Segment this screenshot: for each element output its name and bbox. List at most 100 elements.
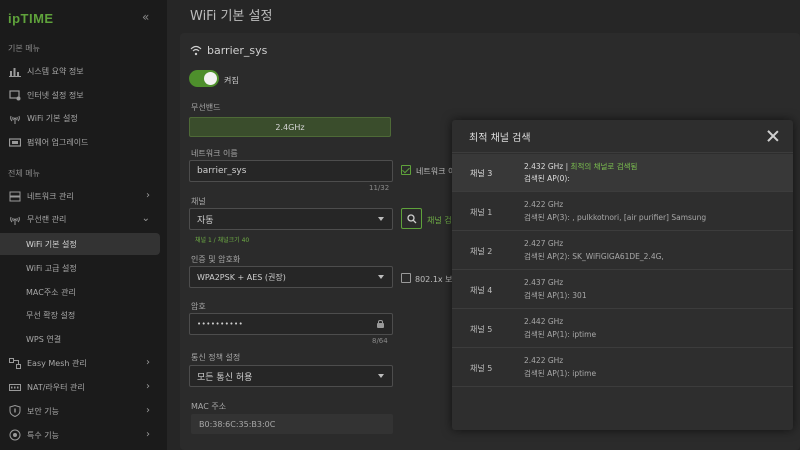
sidebar-item-label: 인터넷 설정 정보 — [27, 90, 84, 100]
ssid-text: barrier_sys — [207, 44, 268, 57]
channel-row[interactable]: 채널 5 2.442 GHz 검색된 AP(1): iptime — [452, 310, 793, 348]
channel-name: 채널 5 — [470, 325, 493, 334]
sidebar-item-label: 무선랜 관리 — [27, 214, 67, 224]
channel-name: 채널 4 — [470, 286, 493, 295]
channel-ap-list: 검색된 AP(1): iptime — [524, 330, 597, 339]
wifi-antenna-icon — [8, 112, 21, 125]
bar-chart-icon — [8, 65, 21, 78]
channel-name: 채널 3 — [470, 169, 493, 178]
iptime-logo[interactable]: ipTIME — [8, 11, 54, 26]
sidebar-sub-wifi-advanced[interactable]: WiFi 고급 설정 — [0, 257, 160, 279]
policy-select[interactable]: 모든 통신 허용 — [189, 365, 393, 387]
sidebar-item-special[interactable]: 특수 기능 › — [0, 424, 160, 446]
chevron-right-icon: › — [146, 429, 150, 440]
channel-freq: 2.442 GHz — [524, 317, 564, 326]
separator: | — [563, 162, 571, 171]
channel-name: 채널 2 — [470, 247, 493, 256]
channel-name: 채널 1 — [470, 208, 493, 217]
sidebar-item-wireless[interactable]: 무선랜 관리 ⌄ — [0, 208, 160, 230]
channel-freq: 2.437 GHz — [524, 278, 564, 287]
band-label: 무선밴드 — [191, 103, 221, 112]
toggle-knob — [204, 72, 217, 85]
chevron-right-icon: › — [146, 190, 150, 201]
auth-label: 인증 및 암호화 — [191, 255, 241, 264]
sidebar-item-label: 펌웨어 업그레이드 — [27, 137, 89, 147]
ssid-header: barrier_sys — [190, 44, 267, 57]
network-name-value: barrier_sys — [197, 166, 247, 176]
dropdown-caret-icon — [378, 217, 384, 221]
search-icon — [406, 213, 416, 223]
all-menu-title: 전체 메뉴 — [8, 169, 40, 178]
sidebar-item-label: WiFi 기본 설정 — [27, 113, 78, 123]
channel-ap-list: 검색된 AP(3): , pulkkotnori, [air purifier]… — [524, 213, 707, 222]
channel-row[interactable]: 채널 1 2.422 GHz 검색된 AP(3): , pulkkotnori,… — [452, 193, 793, 231]
channel-freq: 2.432 GHz — [524, 162, 564, 171]
channel-ap-list: 검색된 AP(1): 301 — [524, 291, 587, 300]
hide-network-checkbox[interactable] — [401, 165, 411, 175]
best-channel-label: 최적의 채널로 검색됨 — [570, 162, 638, 171]
channel-ap-list: 검색된 AP(0): — [524, 174, 570, 183]
sidebar-sub-wireless-extend[interactable]: 무선 확장 설정 — [0, 304, 160, 326]
dropdown-caret-icon — [378, 374, 384, 378]
channel-row[interactable]: 채널 2 2.427 GHz 검색된 AP(2): SK_WiFiGIGA61D… — [452, 232, 793, 270]
mac-address-field: B0:38:6C:35:B3:0C — [191, 414, 393, 434]
channel-freq: 2.422 GHz — [524, 356, 564, 365]
channel-value: 자동 — [197, 215, 214, 226]
router-icon — [8, 381, 21, 394]
sidebar-item-nat-router[interactable]: NAT/라우터 관리 › — [0, 376, 160, 398]
channel-ap-list: 검색된 AP(2): SK_WiFiGIGA61DE_2.4G, — [524, 252, 664, 261]
network-icon — [8, 190, 21, 203]
channel-ap-list: 검색된 AP(1): iptime — [524, 369, 597, 378]
auth-value: WPA2PSK + AES (권장) — [197, 272, 286, 282]
channel-search-label[interactable]: 채널 검 — [427, 215, 452, 226]
sidebar-item-label: 특수 기능 — [27, 430, 59, 440]
sidebar-sub-mac-manage[interactable]: MAC주소 관리 — [0, 281, 160, 303]
policy-value: 모든 통신 허용 — [197, 372, 253, 383]
sidebar-sub-wps[interactable]: WPS 연결 — [0, 328, 160, 350]
auth-select[interactable]: WPA2PSK + AES (권장) — [189, 266, 393, 288]
internet-settings-icon — [8, 89, 21, 102]
channel-row[interactable]: 채널 5 2.422 GHz 검색된 AP(1): iptime — [452, 349, 793, 387]
channel-row[interactable]: 채널 3 2.432 GHz | 최적의 채널로 검색됨 검색된 AP(0): — [452, 154, 793, 192]
special-icon — [8, 429, 21, 442]
network-name-input[interactable]: barrier_sys — [189, 160, 393, 182]
channel-freq: 2.427 GHz — [524, 239, 564, 248]
chevron-down-icon: ⌄ — [141, 213, 150, 224]
chevron-right-icon: › — [146, 357, 150, 368]
sidebar-item-internet-settings[interactable]: 인터넷 설정 정보 — [0, 84, 160, 106]
channel-freq-line: 2.432 GHz | 최적의 채널로 검색됨 — [524, 161, 637, 172]
toggle-label: 켜짐 — [224, 76, 239, 85]
sidebar-item-easy-mesh[interactable]: Easy Mesh 관리 › — [0, 352, 160, 374]
dot1x-label: 802.1x 보 — [415, 275, 453, 284]
collapse-sidebar-icon[interactable]: « — [142, 10, 149, 24]
close-icon[interactable] — [767, 130, 779, 142]
sidebar-item-label: 시스템 요약 정보 — [27, 66, 84, 76]
password-label: 암호 — [191, 302, 206, 311]
network-name-label: 네트워크 이름 — [191, 149, 238, 158]
wifi-toggle[interactable] — [189, 70, 219, 87]
band-2-4ghz-button[interactable]: 2.4GHz — [189, 117, 391, 137]
channel-select[interactable]: 자동 — [189, 208, 393, 230]
sidebar-item-security[interactable]: 보안 기능 › — [0, 400, 160, 422]
password-input[interactable]: •••••••••• — [189, 313, 393, 335]
channel-search-button[interactable] — [401, 208, 422, 229]
channel-freq: 2.422 GHz — [524, 200, 564, 209]
chevron-right-icon: › — [146, 381, 150, 392]
channel-row[interactable]: 채널 4 2.437 GHz 검색된 AP(1): 301 — [452, 271, 793, 309]
lock-icon-body — [377, 323, 384, 328]
hide-network-label: 네트워크 이 — [416, 167, 456, 176]
sidebar-item-system-summary[interactable]: 시스템 요약 정보 — [0, 60, 160, 82]
dot1x-checkbox[interactable] — [401, 273, 411, 283]
password-value: •••••••••• — [197, 320, 244, 328]
sidebar-item-network[interactable]: 네트워크 관리 › — [0, 185, 160, 207]
sidebar-sub-wifi-basic[interactable]: WiFi 기본 설정 — [0, 233, 160, 255]
channel-label: 채널 — [191, 197, 206, 206]
sidebar-item-label: NAT/라우터 관리 — [27, 382, 85, 392]
mac-label: MAC 주소 — [191, 402, 227, 411]
sidebar-item-wifi-basic[interactable]: WiFi 기본 설정 — [0, 107, 160, 129]
optimal-channel-modal: 최적 채널 검색 채널 3 2.432 GHz | 최적의 채널로 검색됨 검색… — [452, 120, 793, 430]
page-title: WiFi 기본 설정 — [190, 9, 273, 24]
basic-menu-title: 기본 메뉴 — [8, 44, 40, 53]
sidebar-item-firmware[interactable]: 펌웨어 업그레이드 — [0, 131, 160, 153]
sidebar: ipTIME « 기본 메뉴 시스템 요약 정보 인터넷 설정 정보 WiFi … — [0, 0, 167, 450]
